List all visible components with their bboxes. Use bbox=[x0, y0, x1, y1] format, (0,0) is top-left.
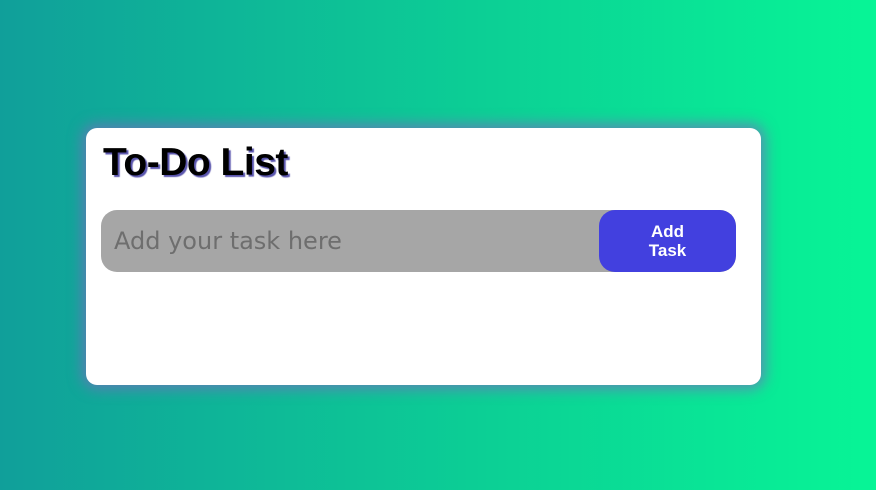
task-input-row: Add Task bbox=[101, 210, 736, 272]
todo-card: To-Do List Add Task bbox=[86, 128, 761, 385]
task-list bbox=[101, 288, 736, 368]
page-title: To-Do List bbox=[103, 141, 288, 184]
add-task-button[interactable]: Add Task bbox=[599, 210, 736, 272]
task-input[interactable] bbox=[101, 210, 599, 272]
